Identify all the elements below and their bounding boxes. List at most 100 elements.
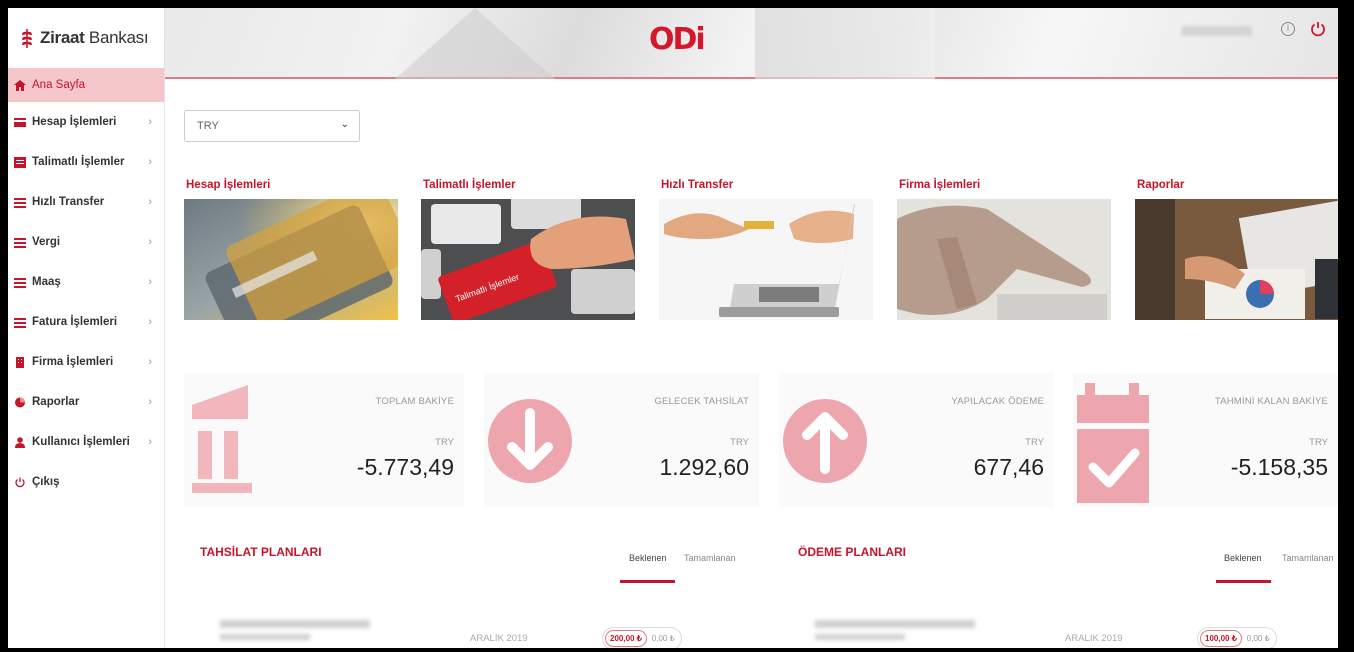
main-content: TRY ⌄ Hesap İşlemleri Talimatlı İşlemler… — [165, 81, 1338, 648]
sidebar-item-label: Hesap İşlemleri — [32, 116, 117, 128]
plan-amount-pill[interactable]: 100,00 ₺ 0,00 ₺ — [1197, 627, 1277, 648]
card-firma-islemleri[interactable]: Firma İşlemleri — [897, 179, 1115, 320]
sidebar-item-fatura-islemleri[interactable]: Fatura İşlemleri › — [8, 302, 164, 342]
tab-tamamlanan[interactable]: Tamamlanan — [1282, 553, 1334, 563]
header-decoration — [755, 8, 935, 79]
sidebar-item-cikis[interactable]: Çıkış — [8, 462, 164, 502]
brand-logo[interactable]: Ziraat Bankası — [8, 8, 164, 68]
stat-label: TOPLAM BAKİYE — [375, 396, 454, 407]
card-title: Hızlı Transfer — [661, 179, 734, 191]
sidebar-item-firma-islemleri[interactable]: Firma İşlemleri › — [8, 342, 164, 382]
plan-date: ARALIK 2019 — [1065, 633, 1123, 644]
top-header: ODi i — [165, 8, 1338, 79]
card-raporlar[interactable]: Raporlar — [1135, 179, 1338, 320]
keyboard-image[interactable]: Talimatlı İşlemler — [421, 199, 635, 320]
payment-plans-title: ÖDEME PLANLARI — [798, 545, 906, 559]
chevron-right-icon: › — [148, 316, 152, 328]
chevron-right-icon: › — [148, 236, 152, 248]
sidebar-item-talimatli-islemler[interactable]: Talimatlı İşlemler › — [8, 142, 164, 182]
chevron-right-icon: › — [148, 356, 152, 368]
customer-detail-blurred — [815, 634, 905, 640]
header-decoration — [395, 8, 555, 79]
card-hizli-transfer[interactable]: Hızlı Transfer — [659, 179, 877, 320]
sidebar-item-ana-sayfa[interactable]: Ana Sayfa — [8, 68, 164, 102]
sidebar-item-label: Talimatlı İşlemler — [32, 156, 125, 168]
app-window: Ziraat Bankası Ana Sayfa Hesap İşlemleri… — [8, 8, 1338, 648]
sidebar-item-label: Raporlar — [32, 396, 80, 408]
app-logo[interactable]: ODi — [649, 22, 706, 57]
customer-detail-blurred — [220, 634, 310, 640]
wheat-icon — [22, 29, 32, 48]
chevron-down-icon: ⌄ — [340, 119, 349, 130]
card-title: Hesap İşlemleri — [186, 179, 271, 191]
user-icon — [15, 436, 25, 448]
stat-value: -5.158,35 — [1230, 454, 1328, 480]
user-name-blurred[interactable] — [1182, 26, 1252, 36]
sidebar-item-label: Kullanıcı İşlemleri — [32, 436, 130, 448]
stat-value: 1.292,60 — [659, 454, 749, 480]
sidebar-item-label: Vergi — [32, 236, 61, 248]
expected-amount: 200,00 ₺ — [605, 630, 647, 647]
stat-currency: TRY — [730, 437, 749, 448]
pie-chart-icon — [15, 397, 25, 407]
plan-amount-pill[interactable]: 200,00 ₺ 0,00 ₺ — [602, 627, 682, 648]
completed-amount: 0,00 ₺ — [651, 634, 675, 643]
info-icon[interactable]: i — [1281, 22, 1295, 36]
completed-amount: 0,00 ₺ — [1246, 634, 1270, 643]
sidebar-item-hesap-islemleri[interactable]: Hesap İşlemleri › — [8, 102, 164, 142]
sidebar-item-label: Maaş — [32, 276, 61, 288]
sidebar-item-kullanici-islemleri[interactable]: Kullanıcı İşlemleri › — [8, 422, 164, 462]
active-tab-indicator — [620, 580, 675, 583]
stat-currency: TRY — [1309, 437, 1328, 448]
arrow-up-icon — [783, 399, 867, 483]
sidebar-item-label: Hızlı Transfer — [32, 196, 105, 208]
typing-hands-image[interactable] — [897, 199, 1111, 320]
sidebar-item-raporlar[interactable]: Raporlar › — [8, 382, 164, 422]
sidebar-item-label: Çıkış — [32, 476, 60, 488]
reports-image[interactable] — [1135, 199, 1338, 320]
power-icon[interactable] — [1309, 20, 1327, 38]
salary-icon — [14, 277, 26, 288]
sidebar: Ziraat Bankası Ana Sayfa Hesap İşlemleri… — [8, 8, 165, 648]
stat-yapilacak-odeme: YAPILACAK ÖDEME TRY 677,46 — [779, 373, 1054, 507]
active-tab-indicator — [1216, 580, 1271, 583]
plan-date: ARALIK 2019 — [470, 633, 528, 644]
stat-value: 677,46 — [973, 454, 1044, 480]
bank-icon — [192, 385, 252, 493]
transfer-image[interactable] — [659, 199, 873, 320]
currency-select[interactable]: TRY ⌄ — [184, 110, 360, 142]
home-icon — [14, 79, 26, 91]
card-title: Raporlar — [1137, 179, 1185, 191]
credit-cards-image[interactable] — [184, 199, 398, 320]
stat-toplam-bakiye: TOPLAM BAKİYE TRY -5.773,49 — [184, 373, 464, 507]
sidebar-item-label: Fatura İşlemleri — [32, 316, 118, 328]
chevron-right-icon: › — [148, 116, 152, 128]
stat-gelecek-tahsilat: GELECEK TAHSİLAT TRY 1.292,60 — [484, 373, 759, 507]
stat-currency: TRY — [1025, 437, 1044, 448]
currency-select-value: TRY — [197, 120, 219, 132]
chevron-right-icon: › — [148, 156, 152, 168]
sidebar-item-vergi[interactable]: Vergi › — [8, 222, 164, 262]
customer-name-blurred — [220, 620, 370, 628]
stat-tahmini-kalan-bakiye: TAHMİNİ KALAN BAKİYE TRY -5.158,35 — [1073, 373, 1338, 507]
tab-tamamlanan[interactable]: Tamamlanan — [684, 553, 736, 563]
tab-beklenen[interactable]: Beklenen — [1224, 553, 1262, 563]
chevron-right-icon: › — [148, 396, 152, 408]
chevron-right-icon: › — [148, 436, 152, 448]
power-icon — [15, 477, 25, 487]
expected-amount: 100,00 ₺ — [1200, 630, 1242, 647]
card-title: Firma İşlemleri — [899, 179, 981, 191]
chevron-right-icon: › — [148, 276, 152, 288]
chevron-right-icon: › — [148, 196, 152, 208]
card-title: Talimatlı İşlemler — [423, 179, 516, 191]
card-talimatli-islemler[interactable]: Talimatlı İşlemler Talimatlı İşlemler — [421, 179, 639, 320]
card-hesap-islemleri[interactable]: Hesap İşlemleri — [184, 179, 402, 320]
sidebar-item-maas[interactable]: Maaş › — [8, 262, 164, 302]
tab-beklenen[interactable]: Beklenen — [629, 553, 667, 563]
sidebar-item-label: Ana Sayfa — [32, 79, 86, 91]
brand-name: Ziraat Bankası — [40, 28, 149, 47]
sidebar-item-hizli-transfer[interactable]: Hızlı Transfer › — [8, 182, 164, 222]
invoice-icon — [14, 317, 26, 328]
stat-label: TAHMİNİ KALAN BAKİYE — [1214, 396, 1328, 407]
stat-currency: TRY — [435, 437, 454, 448]
